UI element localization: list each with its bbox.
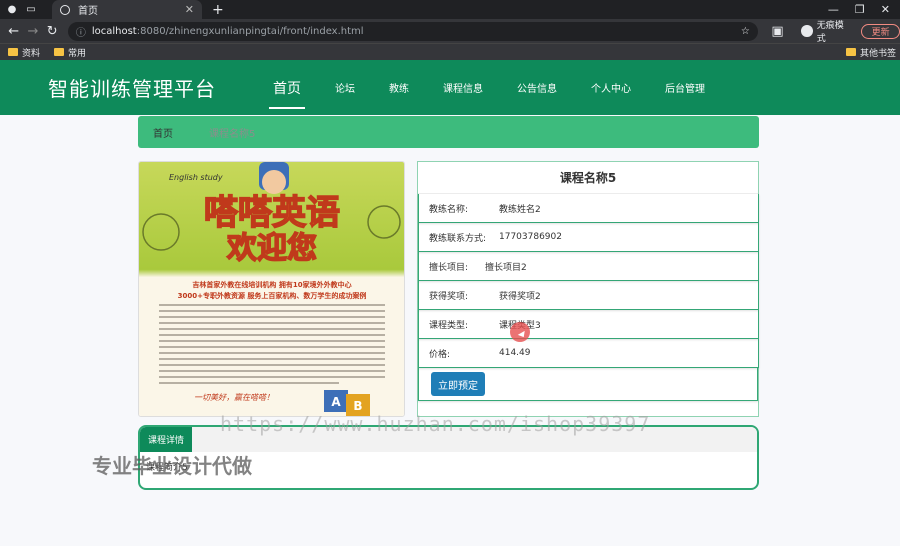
bookmark-star-icon[interactable]: ☆ [741, 26, 750, 37]
course-title: 课程名称5 [418, 162, 758, 194]
folder-icon [845, 48, 856, 56]
nav-forum[interactable]: 论坛 [335, 60, 355, 115]
booking-row: 立即预定 [418, 368, 758, 401]
other-bookmarks-label: 其他书签 [859, 48, 896, 59]
block-a: A [331, 395, 341, 409]
bookmark-folder-changyong[interactable]: 常用 [54, 46, 86, 59]
other-bookmarks[interactable]: 其他书签 [845, 46, 896, 59]
globe-icon [60, 4, 70, 15]
update-button[interactable]: 更新 [861, 23, 900, 39]
field-value: 教练姓名2 [499, 204, 541, 215]
field-specialty: 擅长项目: 擅长项目2 [418, 252, 759, 281]
field-coach-contact: 教练联系方式: 17703786902 [418, 223, 759, 252]
field-label: 价格: [429, 349, 451, 360]
incognito-label: 无痕模式 [816, 21, 844, 44]
course-info-panel: 课程名称5 教练名称: 教练姓名2 教练联系方式: 17703786902 擅长… [417, 161, 759, 417]
poster-subheadline: 欢迎您 [226, 231, 317, 266]
tab-title: 首页 [78, 6, 98, 17]
nav-announcements[interactable]: 公告信息 [517, 60, 557, 115]
reload-icon[interactable]: ↻ [43, 24, 62, 39]
address-bar-row: ← → ↻ ⓘ localhost :8080/zhinengxunlianpi… [0, 18, 900, 44]
incognito-icon [801, 25, 813, 37]
site-logo[interactable]: 智能训练管理平台 [48, 73, 216, 102]
forward-icon[interactable]: → [23, 24, 42, 39]
breadcrumb: 首页 课程名称5 [138, 116, 759, 148]
field-label: 课程类型: [429, 320, 469, 331]
breadcrumb-home[interactable]: 首页 [153, 125, 173, 140]
field-price: 价格: 414.49 [418, 339, 759, 368]
field-label: 获得奖项: [429, 291, 469, 302]
folder-icon [8, 48, 18, 56]
sidebar-icon[interactable]: ▣ [768, 24, 787, 39]
nav-course-info[interactable]: 课程信息 [443, 60, 483, 115]
close-tab-icon[interactable]: ✕ [185, 3, 194, 16]
minimize-icon[interactable]: — [828, 3, 839, 16]
nav-personal-center[interactable]: 个人中心 [591, 60, 631, 115]
course-image: English study 嗒嗒英语 欢迎您 吉林首家外教在线培训机构 拥有10… [138, 161, 405, 417]
folder-icon [54, 48, 65, 56]
site-header: 智能训练管理平台 首页 论坛 教练 课程信息 公告信息 个人中心 后台管理 [0, 60, 900, 115]
new-tab-icon[interactable]: + [212, 2, 224, 18]
field-value: 获得奖项2 [499, 291, 541, 302]
field-coach-name: 教练名称: 教练姓名2 [418, 194, 759, 223]
main-nav: 首页 论坛 教练 课程信息 公告信息 个人中心 后台管理 [256, 60, 722, 115]
watermark-url: https://www.huzhan.com/ishop39397 [220, 412, 651, 436]
poster-tag: English study [169, 173, 223, 182]
field-label: 教练名称: [429, 204, 469, 215]
nav-coach[interactable]: 教练 [389, 60, 409, 115]
field-value: 414.49 [499, 348, 531, 358]
browser-tab-strip: ● ▭ 首页 ✕ + — ❐ ✕ [0, 0, 900, 19]
watermark-text: 专业毕业设计代做 [92, 454, 252, 478]
chrome-logo-icon: ● [7, 4, 17, 15]
field-awards: 获得奖项: 获得奖项2 [418, 281, 759, 310]
url-path: :8080/zhinengxunlianpingtai/front/index.… [136, 25, 364, 37]
breadcrumb-current: 课程名称5 [209, 128, 256, 140]
browser-tab[interactable]: 首页 ✕ [52, 0, 202, 19]
poster-line1: 吉林首家外教在线培训机构 拥有10家境外外教中心 [192, 280, 351, 289]
bookmark-label: 资料 [22, 48, 41, 59]
tab-search-icon[interactable]: ▭ [24, 3, 38, 17]
poster-headline: 嗒嗒英语 [204, 193, 340, 233]
bookmark-folder-ziliao[interactable]: 资料 [8, 46, 40, 59]
poster-signature: 一切美好，赢在嗒嗒！ [194, 393, 274, 402]
bookmarks-bar: 资料 常用 其他书签 [0, 43, 900, 60]
field-label: 教练联系方式: [429, 233, 487, 244]
incognito-indicator[interactable]: 无痕模式 [801, 18, 851, 44]
field-course-type: 课程类型: 课程类型3 [418, 310, 759, 339]
block-b: B [353, 399, 362, 413]
nav-home[interactable]: 首页 [269, 60, 305, 115]
close-window-icon[interactable]: ✕ [881, 3, 890, 16]
nav-admin[interactable]: 后台管理 [665, 60, 705, 115]
field-value: 17703786902 [499, 232, 562, 242]
bookmark-label: 常用 [68, 48, 87, 59]
back-icon[interactable]: ← [4, 24, 23, 39]
poster-line2: 3000+专职外教资源 服务上百家机构、数万学生的成功案例 [178, 291, 367, 300]
url-input[interactable]: ⓘ localhost :8080/zhinengxunlianpingtai/… [67, 21, 758, 41]
field-value: 擅长项目2 [485, 262, 527, 273]
course-poster-graphic: English study 嗒嗒英语 欢迎您 吉林首家外教在线培训机构 拥有10… [139, 162, 404, 416]
url-host: localhost [91, 25, 137, 37]
tab-course-detail[interactable]: 课程详情 [140, 427, 193, 452]
restore-icon[interactable]: ❐ [855, 3, 865, 16]
field-label: 擅长项目: [429, 262, 469, 273]
info-icon[interactable]: ⓘ [76, 24, 86, 39]
book-now-button[interactable]: 立即预定 [431, 372, 485, 396]
